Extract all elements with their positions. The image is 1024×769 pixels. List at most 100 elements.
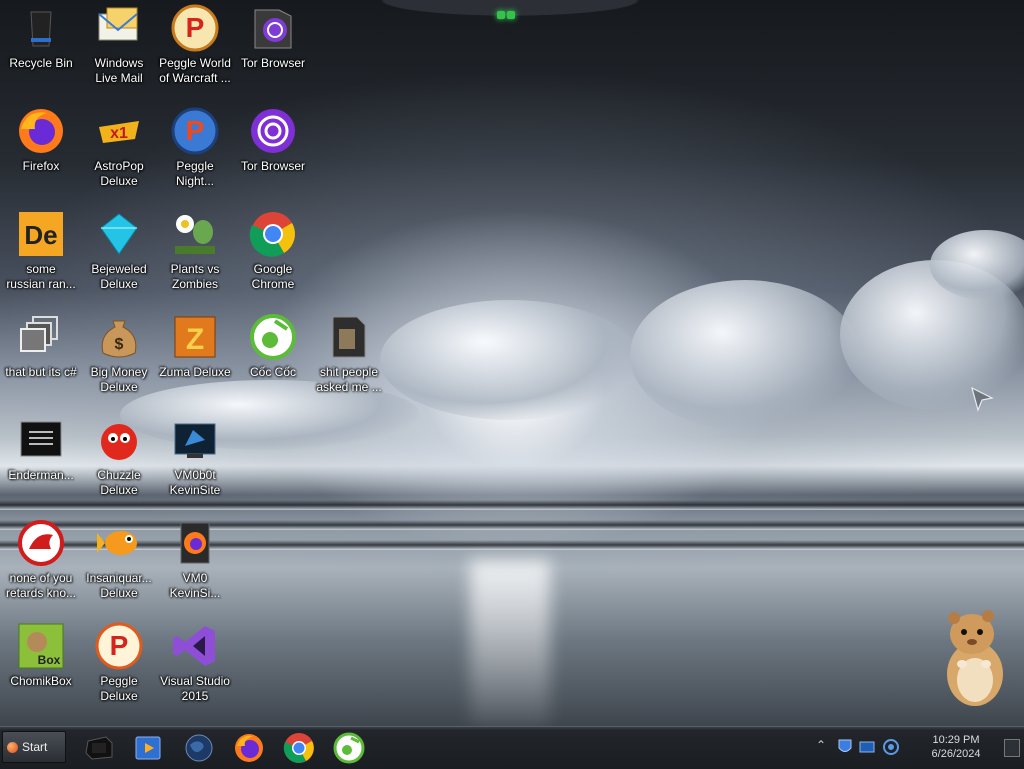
taskbar-chrome[interactable] [282, 731, 316, 765]
svg-text:$: $ [115, 336, 124, 353]
taskbar: Start ⌃ 10:29 PM 6/26/2024 [0, 726, 1024, 769]
money-bag-icon: $ [95, 313, 143, 361]
desktop-icon-label: Enderman... [8, 468, 74, 482]
clock-date: 6/26/2024 [931, 748, 981, 760]
start-orb-icon [7, 741, 18, 753]
taskbar-clock[interactable]: 10:29 PM 6/26/2024 [912, 733, 1000, 761]
desktop-icon-label: Tor Browser [240, 56, 305, 70]
clock-time: 10:29 PM [932, 734, 980, 746]
peggle-deluxe-icon: P [95, 622, 143, 670]
mouse-pointer-icon [971, 386, 994, 412]
svg-text:Box: Box [38, 653, 61, 667]
desktop-icon[interactable]: Chuzzle Deluxe [80, 416, 158, 498]
firefox-icon [17, 107, 65, 155]
svg-text:P: P [186, 12, 205, 43]
dragon-icon [17, 519, 65, 567]
peggle-nights-icon: P [171, 107, 219, 155]
mail-icon [95, 4, 143, 52]
desktop-icon-label: that but its c# [5, 365, 77, 379]
desktop-icon[interactable]: Tor Browser [234, 107, 312, 174]
cloud [380, 300, 640, 420]
desktop-icon-label: Visual Studio 2015 [160, 674, 230, 703]
recycle-bin-icon [17, 4, 65, 52]
desktop-icon-label: shit people asked me ... [316, 365, 382, 394]
desktop-icon[interactable]: P Peggle Deluxe [80, 622, 158, 704]
desktop-icon[interactable]: Bejeweled Deluxe [80, 210, 158, 292]
desktop-icon[interactable]: Cốc Cốc [234, 313, 312, 380]
sun-reflection [470, 560, 550, 728]
desktop-icon-label: Zuma Deluxe [159, 365, 231, 379]
desktop-icon[interactable]: Windows Live Mail [80, 4, 158, 86]
folder-icon [325, 313, 373, 361]
tray-expand-chevron-icon[interactable]: ⌃ [816, 738, 834, 756]
tor-icon [249, 107, 297, 155]
desktop-icon[interactable]: Z Zuma Deluxe [156, 313, 234, 380]
desktop-icon[interactable]: Recycle Bin [2, 4, 80, 71]
desktop-icon-label: Peggle Night... [175, 159, 214, 188]
svg-text:De: De [24, 220, 57, 250]
desktop-icon-label: Recycle Bin [9, 56, 73, 70]
desktop-icon[interactable]: Insaniquar... Deluxe [80, 519, 158, 601]
coccoc-icon [333, 732, 365, 764]
desktop-icon[interactable]: De some russian ran... [2, 210, 80, 292]
tor-folder-icon [249, 4, 297, 52]
desktop-icon-label: Peggle World of Warcraft ... [159, 56, 231, 85]
desktop-icon-label: VM0b0t KevinSite [169, 468, 221, 497]
astropop-icon: x1 [95, 107, 143, 155]
desktop-icon[interactable]: VM0b0t KevinSite [156, 416, 234, 498]
terminal-icon [17, 416, 65, 464]
desktop-icon-label: Tor Browser [240, 159, 305, 173]
console-icon [85, 736, 113, 760]
desktop-icon-label: ChomikBox [10, 674, 72, 688]
desktop-icon-label: Plants vs Zombies [170, 262, 220, 291]
tray-shield-icon[interactable] [836, 738, 854, 756]
show-desktop-button[interactable] [1004, 739, 1020, 757]
desktop-icon-label: Cốc Cốc [249, 365, 296, 379]
desktop-icon-label: AstroPop Deluxe [94, 159, 144, 188]
desktop-icon-label: Windows Live Mail [94, 56, 144, 85]
taskbar-media-player[interactable] [132, 731, 166, 765]
desktop-icon[interactable]: Firefox [2, 107, 80, 174]
peggle-icon: P [171, 4, 219, 52]
desktop-icon[interactable]: none of you retards kno... [2, 519, 80, 601]
tray-sync-icon[interactable] [882, 738, 900, 756]
desktop-icon[interactable]: Tor Browser [234, 4, 312, 71]
taskbar-console-app[interactable] [82, 731, 116, 765]
desktop-icon[interactable]: VM0 KevinSi... [156, 519, 234, 601]
wave [0, 500, 1024, 510]
desktop-icon[interactable]: x1 AstroPop Deluxe [80, 107, 158, 189]
desktop-icon[interactable]: Visual Studio 2015 [156, 622, 234, 704]
desktop-icon-label: Bejeweled Deluxe [91, 262, 147, 291]
desktop-icon[interactable]: P Peggle Night... [156, 107, 234, 189]
svg-text:x1: x1 [110, 125, 128, 142]
desktop-icon[interactable]: P Peggle World of Warcraft ... [156, 4, 234, 86]
desktop-icon[interactable]: Enderman... [2, 416, 80, 483]
desktop-icon-label: Big Money Deluxe [90, 365, 148, 394]
desktop-icon-label: some russian ran... [6, 262, 76, 291]
coccoc-icon [249, 313, 297, 361]
desktop-icon-label: Chuzzle Deluxe [97, 468, 141, 497]
de-icon: De [17, 210, 65, 258]
taskbar-globe-app[interactable] [182, 731, 216, 765]
fish-icon [95, 519, 143, 567]
firefox-doc-icon [171, 519, 219, 567]
zuma-icon: Z [171, 313, 219, 361]
desktop-icon[interactable]: Box ChomikBox [2, 622, 80, 689]
gem-icon [95, 210, 143, 258]
desktop-icon-label: Peggle Deluxe [100, 674, 138, 703]
desktop-icon[interactable]: $ Big Money Deluxe [80, 313, 158, 395]
desktop-icon[interactable]: Plants vs Zombies [156, 210, 234, 292]
media-icon [135, 736, 161, 760]
taskbar-coccoc[interactable] [332, 731, 366, 765]
tray-network-icon[interactable] [858, 738, 876, 756]
cloud [630, 280, 860, 430]
desktop-icon[interactable]: shit people asked me ... [310, 313, 388, 395]
chrome-icon [283, 733, 314, 763]
chrome-icon [249, 210, 297, 258]
desktop-icon[interactable]: Google Chrome [234, 210, 312, 292]
start-button[interactable]: Start [2, 731, 66, 763]
svg-text:P: P [186, 115, 205, 146]
globe-icon [185, 734, 213, 762]
taskbar-firefox[interactable] [232, 731, 266, 765]
desktop-icon[interactable]: that but its c# [2, 313, 80, 380]
